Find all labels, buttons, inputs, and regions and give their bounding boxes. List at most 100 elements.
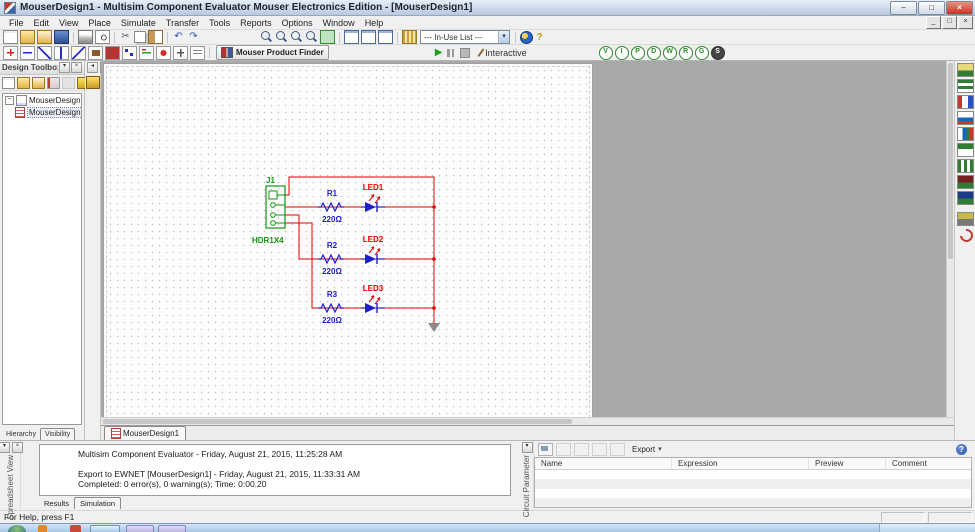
branch-1[interactable]: R1 220Ω xyxy=(318,183,385,224)
tree-collapse-icon[interactable]: − xyxy=(5,96,14,105)
place-ttl-icon[interactable] xyxy=(88,46,103,60)
menu-file[interactable]: File xyxy=(4,17,29,29)
place-transistor-icon[interactable] xyxy=(54,46,69,60)
table-row[interactable] xyxy=(535,498,971,507)
bode-plotter-icon[interactable] xyxy=(957,143,974,157)
frequency-counter-icon[interactable] xyxy=(957,159,974,173)
print-preview-icon[interactable] xyxy=(95,30,110,44)
toolbox-open-sample-icon[interactable] xyxy=(32,77,45,89)
place-cmos-icon[interactable] xyxy=(105,46,120,60)
resistor-r2-value[interactable]: 220Ω xyxy=(322,267,342,276)
connector-j1[interactable]: J1 HDR1X4 xyxy=(252,176,285,245)
taskbar-item[interactable] xyxy=(158,525,186,532)
open-file-icon[interactable] xyxy=(20,30,35,44)
help-icon[interactable]: ? xyxy=(956,444,967,455)
menu-tools[interactable]: Tools xyxy=(204,17,235,29)
resistor-r1-value[interactable]: 220Ω xyxy=(322,215,342,224)
schematic-sheet[interactable]: J1 HDR1X4 R1 220Ω xyxy=(103,63,593,417)
current-clamp-icon[interactable] xyxy=(958,228,973,240)
menu-options[interactable]: Options xyxy=(277,17,318,29)
strip-collapse-button[interactable]: ◂ xyxy=(87,62,98,73)
new-file-icon[interactable] xyxy=(3,30,18,44)
tab-visibility[interactable]: Visibility xyxy=(40,428,75,440)
mdi-restore-button[interactable]: □ xyxy=(942,16,957,29)
database-manager-icon[interactable] xyxy=(378,30,393,44)
circuit-parameters-pin-button[interactable]: ▾ xyxy=(522,442,533,453)
probe-settings-icon[interactable]: S xyxy=(711,46,725,60)
connector-ref-label[interactable]: J1 xyxy=(266,176,275,185)
component-wizard-icon[interactable] xyxy=(86,76,100,89)
wattmeter-icon[interactable] xyxy=(957,95,974,109)
menu-place[interactable]: Place xyxy=(83,17,116,29)
results-log[interactable]: Multisim Component Evaluator - Friday, A… xyxy=(39,444,511,496)
probe-voltage-current-icon[interactable]: W xyxy=(663,46,677,60)
led1[interactable]: LED1 xyxy=(361,183,385,212)
copy-icon[interactable] xyxy=(134,31,146,43)
logic-converter-icon[interactable] xyxy=(957,212,974,226)
panel-collapse-button[interactable]: ▾ xyxy=(59,62,70,73)
column-comment[interactable]: Comment xyxy=(886,458,971,469)
open-sample-icon[interactable] xyxy=(37,30,52,44)
tab-results[interactable]: Results xyxy=(39,499,74,509)
probe-differential-icon[interactable]: D xyxy=(647,46,661,60)
close-button[interactable]: × xyxy=(946,1,973,15)
export-button[interactable]: Export ▾ xyxy=(628,443,666,456)
place-diode-icon[interactable] xyxy=(37,46,52,60)
led2-label[interactable]: LED2 xyxy=(363,235,384,244)
led1-label[interactable]: LED1 xyxy=(363,183,384,192)
redo-icon[interactable]: ↷ xyxy=(187,31,200,43)
led2[interactable]: LED2 xyxy=(361,235,385,264)
menu-help[interactable]: Help xyxy=(360,17,389,29)
place-indicator-icon[interactable] xyxy=(156,46,171,60)
column-name[interactable]: Name xyxy=(535,458,672,469)
resistor-r3-value[interactable]: 220Ω xyxy=(322,316,342,325)
multimeter-icon[interactable] xyxy=(957,63,974,77)
document-tab[interactable]: MouserDesign1 xyxy=(104,426,186,440)
place-source-icon[interactable] xyxy=(3,46,18,60)
four-channel-oscilloscope-icon[interactable] xyxy=(957,127,974,141)
chevron-down-icon[interactable]: ▾ xyxy=(498,31,509,43)
place-power-icon[interactable] xyxy=(173,46,188,60)
tab-simulation[interactable]: Simulation xyxy=(74,497,121,509)
toolbox-new-icon[interactable] xyxy=(2,77,15,89)
resistor-r1-ref[interactable]: R1 xyxy=(327,189,338,198)
taskbar-item[interactable] xyxy=(38,525,47,532)
ground-arrow[interactable] xyxy=(428,323,440,332)
place-misc-icon[interactable] xyxy=(190,46,205,60)
mouser-product-finder-button[interactable]: Mouser Product Finder xyxy=(216,45,329,60)
canvas-vertical-scrollbar[interactable] xyxy=(946,61,954,417)
mdi-close-button[interactable]: × xyxy=(958,16,973,29)
wire-net[interactable] xyxy=(285,177,434,323)
menu-edit[interactable]: Edit xyxy=(29,17,55,29)
menu-window[interactable]: Window xyxy=(318,17,360,29)
word-generator-icon[interactable] xyxy=(957,175,974,189)
mouser-globe-icon[interactable] xyxy=(520,31,533,44)
probe-current-icon[interactable]: I xyxy=(615,46,629,60)
paste-icon[interactable] xyxy=(148,30,163,44)
zoom-out-icon[interactable] xyxy=(275,31,288,43)
place-mixed-icon[interactable] xyxy=(139,46,154,60)
probe-voltage-icon[interactable]: V xyxy=(599,46,613,60)
restore-button[interactable]: □ xyxy=(918,1,945,15)
branch-3[interactable]: R3 220Ω xyxy=(318,284,385,325)
start-orb-icon[interactable] xyxy=(8,525,26,532)
menu-reports[interactable]: Reports xyxy=(235,17,277,29)
taskbar-item-active[interactable] xyxy=(90,525,120,532)
resistor-r3-ref[interactable]: R3 xyxy=(327,290,338,299)
tab-hierarchy[interactable]: Hierarchy xyxy=(2,429,40,440)
branch-2[interactable]: R2 220Ω xyxy=(318,235,385,276)
panel-close-button[interactable]: × xyxy=(71,62,82,73)
place-basic-icon[interactable] xyxy=(20,46,35,60)
place-misc-digital-icon[interactable] xyxy=(122,46,137,60)
minimize-button[interactable]: – xyxy=(890,1,917,15)
led3[interactable]: LED3 xyxy=(361,284,385,313)
stop-simulation-button[interactable] xyxy=(460,48,470,58)
schematic-canvas[interactable]: J1 HDR1X4 R1 220Ω xyxy=(101,61,946,417)
taskbar-item[interactable] xyxy=(126,525,154,532)
zoom-page-icon[interactable] xyxy=(305,31,318,43)
in-use-list-dropdown[interactable]: --- In-Use List --- ▾ xyxy=(420,30,510,44)
taskbar-item[interactable] xyxy=(70,525,81,532)
schematic-drawing[interactable]: J1 HDR1X4 R1 220Ω xyxy=(104,64,592,417)
toolbox-close-design-icon[interactable] xyxy=(47,77,60,89)
menu-simulate[interactable]: Simulate xyxy=(116,17,161,29)
